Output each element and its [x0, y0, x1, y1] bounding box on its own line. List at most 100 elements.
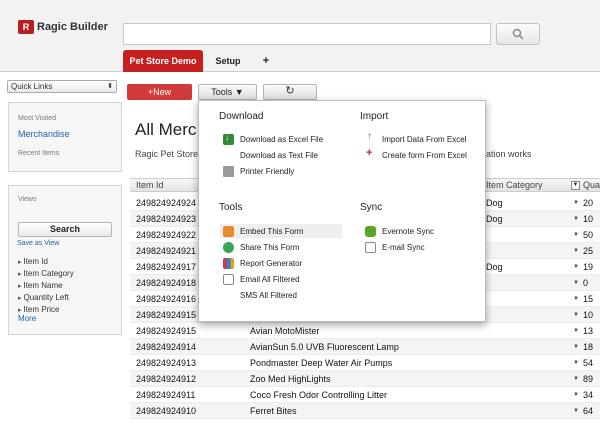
- cell-item-name: Pondmaster Deep Water Air Pumps: [250, 358, 393, 368]
- cell-quantity-left: 64: [583, 406, 594, 416]
- cell-quantity-left: 25: [583, 246, 594, 256]
- new-record-button[interactable]: +New: [127, 84, 192, 100]
- menu-item-label: Download as Excel File: [240, 134, 324, 144]
- printer-friendly-item[interactable]: Printer Friendly: [223, 164, 294, 178]
- app-header: R Ragic Builder Pet Store Demo Setup +: [0, 0, 600, 72]
- more-fields-link[interactable]: More: [18, 314, 36, 323]
- menu-item-label: Report Generator: [240, 258, 303, 268]
- menu-item-label: Email All Filtered: [240, 274, 300, 284]
- column-header-item-category[interactable]: Item Category: [486, 179, 543, 192]
- column-sort-icon[interactable]: ▼: [571, 181, 580, 190]
- app-logo[interactable]: R Ragic Builder: [18, 20, 108, 34]
- import-arrow-icon: [365, 131, 376, 145]
- tab-pet-store-demo[interactable]: Pet Store Demo: [123, 50, 203, 72]
- cell-item-name: Ferret Bites: [250, 406, 297, 416]
- cell-quantity-left: 20: [583, 198, 594, 208]
- cell-item-id: 249824924921: [136, 246, 197, 256]
- global-search-input[interactable]: [123, 23, 491, 45]
- row-dropdown-icon: ▼: [573, 232, 579, 238]
- quick-links-label: Quick Links: [11, 82, 53, 91]
- import-heading: Import: [360, 111, 389, 122]
- cell-item-id: 249824924922: [136, 230, 197, 240]
- report-generator-item[interactable]: Report Generator: [223, 256, 302, 270]
- field-item-id[interactable]: Item Id: [18, 256, 74, 268]
- embed-form-item[interactable]: Embed This Form: [220, 224, 342, 238]
- save-as-view-link[interactable]: Save as View: [17, 240, 59, 247]
- excel-download-icon: [223, 133, 234, 145]
- search-icon: [512, 28, 524, 40]
- evernote-sync-item[interactable]: Evernote Sync: [365, 224, 434, 238]
- table-row[interactable]: 249824924913 Pondmaster Deep Water Air Pu…: [130, 355, 600, 371]
- select-arrow-icon: ⬍: [107, 83, 113, 90]
- row-dropdown-icon: ▼: [573, 392, 579, 398]
- table-row[interactable]: 249824924914 AvianSun 5.0 UVB Fluorescent…: [130, 339, 600, 355]
- email-sync-item[interactable]: E-mail Sync: [365, 240, 425, 254]
- download-excel-item[interactable]: Download as Excel File: [223, 132, 323, 146]
- column-header-item-id[interactable]: Item Id: [136, 179, 164, 192]
- row-dropdown-icon: ▼: [573, 344, 579, 350]
- create-form-excel-item[interactable]: Create form From Excel: [365, 147, 467, 162]
- table-row[interactable]: 249824924911 Coco Fresh Odor Controlling …: [130, 387, 600, 403]
- views-label: Views: [18, 196, 37, 203]
- tools-button[interactable]: Tools ▼: [198, 84, 257, 100]
- field-item-name[interactable]: Item Name: [18, 280, 74, 292]
- share-form-item[interactable]: Share This Form: [223, 240, 299, 254]
- cell-item-name: Zoo Med HighLights: [250, 374, 331, 384]
- column-header-quantity[interactable]: Qua: [583, 179, 600, 192]
- cell-quantity-left: 15: [583, 294, 594, 304]
- tab-setup[interactable]: Setup: [210, 50, 246, 72]
- cell-item-id: 249824924913: [136, 358, 197, 368]
- printer-icon: [223, 165, 234, 177]
- row-dropdown-icon: ▼: [573, 312, 579, 318]
- cell-quantity-left: 89: [583, 374, 594, 384]
- cell-quantity-left: 19: [583, 262, 594, 272]
- cell-item-id: 249824924924: [136, 198, 197, 208]
- table-row[interactable]: 249824924915 Avian MotoMister ▼ 13: [130, 323, 600, 339]
- recent-items-label: Recent Items: [18, 150, 60, 157]
- row-dropdown-icon: ▼: [573, 280, 579, 286]
- cell-item-category: Dog: [486, 198, 503, 208]
- cell-item-id: 249824924923: [136, 214, 197, 224]
- field-quantity-left[interactable]: Quantity Left: [18, 292, 74, 304]
- logo-text: Ragic Builder: [37, 21, 108, 33]
- merchandise-link[interactable]: Merchandise: [18, 129, 70, 139]
- sync-heading: Sync: [360, 202, 383, 213]
- tools-heading: Tools: [219, 202, 243, 213]
- row-dropdown-icon: ▼: [573, 248, 579, 254]
- most-visited-panel: Most Visited Merchandise Recent Items: [8, 102, 122, 172]
- quick-links-select[interactable]: Quick Links ⬍: [7, 80, 117, 93]
- cell-item-id: 249824924917: [136, 262, 197, 272]
- row-dropdown-icon: ▼: [573, 360, 579, 366]
- row-dropdown-icon: ▼: [573, 328, 579, 334]
- refresh-icon: ↻: [285, 85, 295, 97]
- global-search-button[interactable]: [496, 23, 540, 45]
- page-title: All Merc: [135, 120, 197, 139]
- table-row[interactable]: 249824924912 Zoo Med HighLights ▼ 89: [130, 371, 600, 387]
- import-excel-item[interactable]: Import Data From Excel: [365, 131, 466, 146]
- cell-item-category: Dog: [486, 262, 503, 272]
- field-item-category[interactable]: Item Category: [18, 268, 73, 280]
- table-row[interactable]: 249824924910 Ferret Bites ▼ 64: [130, 403, 600, 419]
- field-list: Item Id Item Category Item Name Quantity…: [18, 256, 74, 316]
- embed-icon: [223, 225, 234, 237]
- download-heading: Download: [219, 111, 264, 122]
- add-tab-button[interactable]: +: [258, 50, 274, 72]
- cell-quantity-left: 10: [583, 310, 594, 320]
- cell-item-id: 249824924910: [136, 406, 197, 416]
- cell-quantity-left: 10: [583, 214, 594, 224]
- cell-item-id: 249824924916: [136, 294, 197, 304]
- menu-item-label: Embed This Form: [240, 226, 304, 236]
- row-dropdown-icon: ▼: [573, 200, 579, 206]
- page-description-tail: ation works: [486, 149, 532, 159]
- cell-item-id: 249824924912: [136, 374, 197, 384]
- mail-icon: [223, 273, 234, 285]
- email-all-filtered-item[interactable]: Email All Filtered: [223, 272, 300, 286]
- report-chart-icon: [223, 257, 234, 269]
- views-search-button[interactable]: Search: [18, 222, 112, 237]
- views-panel: Views Search Save as View Item Id Item C…: [8, 185, 122, 335]
- sms-all-filtered-item[interactable]: SMS All Filtered: [223, 288, 297, 302]
- download-text-item[interactable]: Download as Text File: [223, 148, 318, 162]
- refresh-button[interactable]: ↻: [263, 84, 317, 100]
- cell-quantity-left: 13: [583, 326, 594, 336]
- cell-item-id: 249824924911: [136, 390, 196, 400]
